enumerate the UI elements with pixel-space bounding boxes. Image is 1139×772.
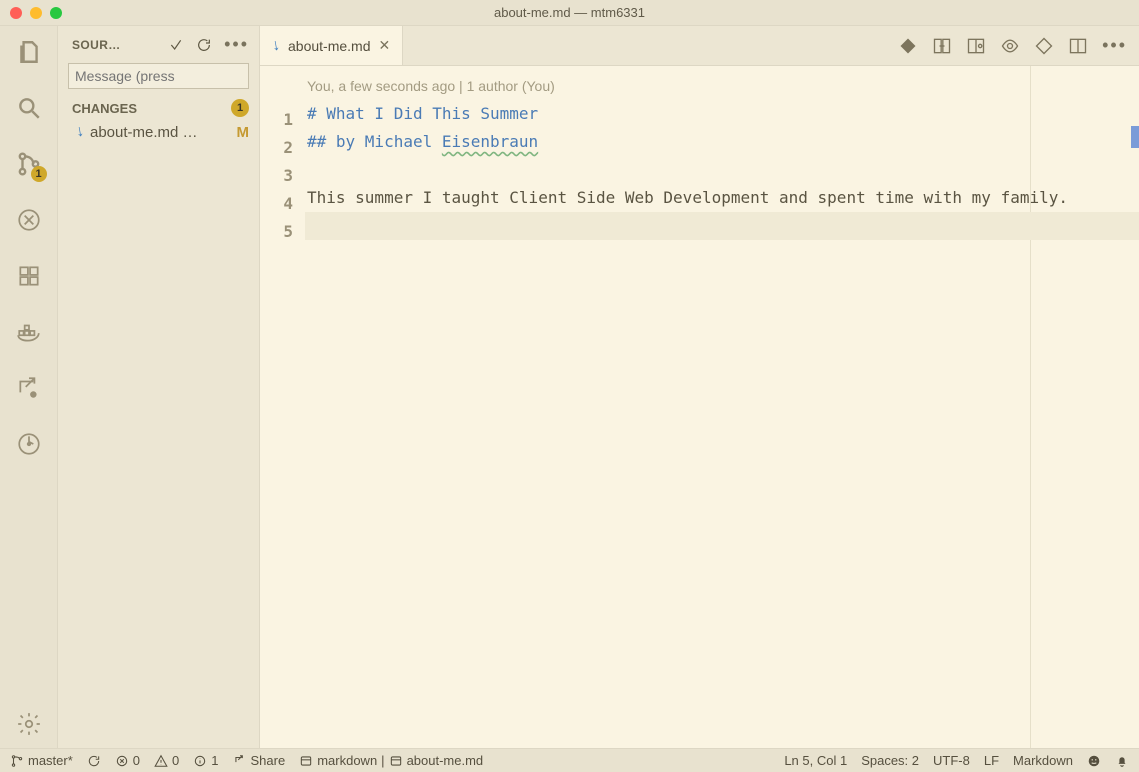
markdown-file-icon: ↓ (270, 36, 281, 55)
tab-about-me[interactable]: ↓ about-me.md ✕ (260, 26, 403, 65)
editor-area: ↓ about-me.md ✕ ••• 1 2 3 4 (260, 26, 1139, 748)
panel-title: SOUR… (72, 38, 156, 52)
source-control-panel: SOUR… ••• CHANGES 1 ↓ about-me.md … M (58, 26, 260, 748)
errors[interactable]: 0 (115, 753, 140, 768)
extensions-icon[interactable] (15, 262, 43, 290)
sync-icon[interactable] (87, 754, 101, 768)
main: 1 SOUR… (0, 26, 1139, 748)
source-control-icon[interactable]: 1 (15, 150, 43, 178)
git-branch[interactable]: master* (10, 753, 73, 768)
explorer-icon[interactable] (15, 38, 43, 66)
changed-file[interactable]: ↓ about-me.md … M (58, 119, 259, 145)
settings-icon[interactable] (15, 710, 43, 738)
gitlens-icon[interactable] (15, 430, 43, 458)
encoding[interactable]: UTF-8 (933, 753, 970, 768)
indentation[interactable]: Spaces: 2 (861, 753, 919, 768)
eol[interactable]: LF (984, 753, 999, 768)
split-editor-icon[interactable] (1068, 36, 1088, 56)
status-bar: master* 0 0 1 Share markdown | about-me.… (0, 748, 1139, 772)
window-title: about-me.md — mtm6331 (0, 5, 1139, 20)
titlebar: about-me.md — mtm6331 (0, 0, 1139, 26)
gitlens-diff-icon[interactable] (1034, 36, 1054, 56)
search-icon[interactable] (15, 94, 43, 122)
tab-bar: ↓ about-me.md ✕ ••• (260, 26, 1139, 66)
commit-icon[interactable] (168, 37, 184, 53)
file-name: about-me.md … (90, 124, 231, 141)
code-line-5 (305, 212, 1139, 240)
code-line-1: # What I Did This Summer (307, 104, 538, 123)
code-line-2a: ## by Michael (307, 132, 442, 151)
breadcrumb[interactable]: markdown | about-me.md (299, 753, 483, 768)
more-icon[interactable]: ••• (224, 34, 249, 55)
changes-count: 1 (231, 99, 249, 117)
code-line-2b: Eisenbraun (442, 132, 538, 151)
scm-badge: 1 (31, 166, 47, 182)
activity-bar: 1 (0, 26, 58, 748)
changes-header[interactable]: CHANGES 1 (58, 97, 259, 119)
feedback-icon[interactable] (1087, 754, 1101, 768)
commit-message-input[interactable] (68, 63, 249, 89)
cursor-position[interactable]: Ln 5, Col 1 (784, 753, 847, 768)
code-line-4: This summer I taught Client Side Web Dev… (305, 184, 1139, 212)
tab-label: about-me.md (288, 38, 370, 54)
line-gutter: 1 2 3 4 5 (260, 66, 305, 748)
info[interactable]: 1 (193, 753, 218, 768)
markdown-file-icon: ↓ (74, 122, 85, 141)
editor-more-icon[interactable]: ••• (1102, 35, 1127, 56)
code-editor[interactable]: 1 2 3 4 5 You, a few seconds ago | 1 aut… (260, 66, 1139, 748)
changes-label: CHANGES (72, 101, 137, 116)
refresh-icon[interactable] (196, 37, 212, 53)
live-share-icon[interactable] (15, 374, 43, 402)
docker-icon[interactable] (15, 318, 43, 346)
live-share-status[interactable]: Share (233, 753, 286, 768)
open-changes-icon[interactable] (1000, 36, 1020, 56)
close-tab-icon[interactable]: ✕ (378, 37, 390, 54)
code-line-3 (305, 156, 1139, 184)
editor-actions: ••• (886, 26, 1139, 65)
notifications-icon[interactable] (1115, 754, 1129, 768)
file-status: M (237, 124, 250, 141)
open-preview-icon[interactable] (966, 36, 986, 56)
gitlens-compare-icon[interactable] (932, 36, 952, 56)
blame-annotation: You, a few seconds ago | 1 author (You) (305, 78, 1139, 100)
warnings[interactable]: 0 (154, 753, 179, 768)
debug-icon[interactable] (15, 206, 43, 234)
code-content: You, a few seconds ago | 1 author (You) … (305, 66, 1139, 748)
language-mode[interactable]: Markdown (1013, 753, 1073, 768)
gitlens-toggle-icon[interactable] (898, 36, 918, 56)
